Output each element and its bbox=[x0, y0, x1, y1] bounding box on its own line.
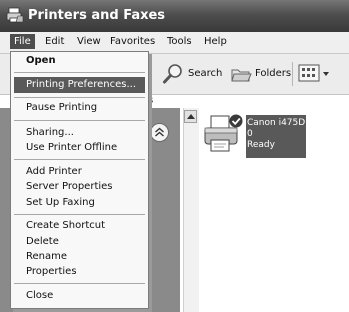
checkmark-icon bbox=[229, 114, 243, 128]
menu-tools[interactable]: Tools bbox=[167, 36, 192, 47]
search-label: Search bbox=[188, 68, 223, 79]
menu-item-add-printer[interactable]: Add Printer bbox=[11, 164, 148, 180]
menu-edit[interactable]: Edit bbox=[45, 36, 64, 47]
menu-item-set-up-faxing[interactable]: Set Up Faxing bbox=[11, 195, 148, 211]
menu-item-delete[interactable]: Delete bbox=[11, 234, 148, 250]
search-button[interactable]: Search bbox=[162, 61, 224, 87]
menu-separator bbox=[14, 214, 145, 215]
scroll-up-arrow[interactable] bbox=[184, 110, 197, 123]
menu-separator bbox=[14, 283, 145, 284]
menu-item-open[interactable]: Open bbox=[11, 53, 148, 69]
menu-item-rename[interactable]: Rename bbox=[11, 249, 148, 265]
menu-item-properties[interactable]: Properties bbox=[11, 264, 148, 280]
collapse-icon[interactable] bbox=[150, 123, 169, 142]
menu-file[interactable]: File bbox=[10, 34, 35, 49]
folder-tree-icon bbox=[231, 69, 252, 82]
menu-item-close[interactable]: Close bbox=[11, 288, 148, 304]
magnifier-icon bbox=[163, 64, 182, 84]
menu-separator bbox=[14, 97, 145, 98]
printer-status: Ready bbox=[247, 140, 275, 150]
menu-separator bbox=[14, 159, 145, 160]
window-title: Printers and Faxes bbox=[28, 8, 166, 23]
printer-icon[interactable] bbox=[201, 113, 245, 157]
printers-and-faxes-window: Printers and Faxes File Edit View Favori… bbox=[0, 0, 349, 312]
menu-item-use-printer-offline[interactable]: Use Printer Offline bbox=[11, 140, 148, 156]
title-bar[interactable]: Printers and Faxes bbox=[0, 0, 349, 32]
folders-button[interactable]: Folders bbox=[229, 61, 291, 87]
printer-name: Canon i475D bbox=[247, 118, 306, 128]
menu-item-server-properties[interactable]: Server Properties bbox=[11, 179, 148, 195]
menu-separator bbox=[14, 72, 145, 73]
menu-item-pause-printing[interactable]: Pause Printing bbox=[11, 100, 148, 116]
menu-favorites[interactable]: Favorites bbox=[110, 36, 155, 47]
menu-help[interactable]: Help bbox=[204, 36, 227, 47]
printer-folder-icon bbox=[6, 7, 24, 23]
vertical-scrollbar[interactable] bbox=[183, 108, 199, 312]
menu-item-printing-preferences[interactable]: Printing Preferences... bbox=[14, 77, 145, 93]
menu-separator bbox=[14, 120, 145, 121]
toolbar-separator bbox=[292, 62, 293, 86]
printer-documents: 0 bbox=[247, 129, 253, 139]
menu-item-sharing[interactable]: Sharing... bbox=[11, 125, 148, 141]
printer-item-label[interactable]: Canon i475D 0 Ready bbox=[246, 115, 306, 158]
menu-item-create-shortcut[interactable]: Create Shortcut bbox=[11, 218, 148, 234]
folders-label: Folders bbox=[255, 68, 292, 79]
file-menu-dropdown: Open Printing Preferences... Pause Print… bbox=[10, 51, 149, 309]
menu-view[interactable]: View bbox=[77, 36, 101, 47]
views-grid-icon[interactable] bbox=[298, 62, 332, 84]
